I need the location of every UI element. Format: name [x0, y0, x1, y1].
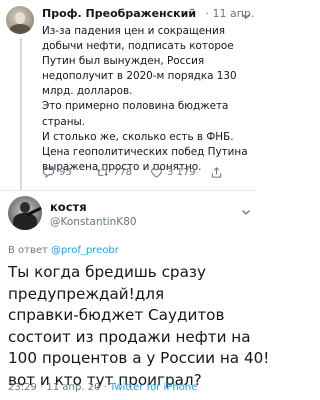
chevron-down-icon[interactable] — [240, 7, 252, 19]
heart-icon — [151, 167, 162, 178]
avatar-face — [15, 12, 25, 24]
avatar-body — [13, 213, 37, 230]
tweet-actions: 95 778 3 179 — [42, 164, 252, 180]
parent-tweet-header: Проф. Преображенский · 11 апр. — [42, 7, 254, 23]
replying-to: В ответ @prof_preobr — [8, 245, 119, 256]
mention-link[interactable]: @prof_preobr — [51, 245, 119, 256]
text-line: состоит из продажи нефти на — [8, 327, 251, 346]
tweet-meta: 23:29 · 11 апр. 20 · Twitter for iPhone — [8, 382, 197, 393]
text-line: предупреждай!для — [8, 284, 165, 303]
reply-button[interactable]: 95 — [42, 164, 72, 180]
text-line: Ты когда бредишь сразу — [8, 263, 206, 281]
replying-prefix: В ответ — [8, 245, 48, 256]
like-count: 3 179 — [167, 166, 196, 178]
text-line: Это примерно половина бюджета — [42, 100, 229, 113]
parent-tweet-text: Из-за падения цен и сокращения добычи не… — [42, 24, 252, 175]
author-name[interactable]: Проф. Преображенский — [42, 7, 196, 20]
reply-count: 95 — [59, 166, 72, 178]
author-name[interactable]: костя — [50, 200, 87, 214]
retweet-icon — [97, 168, 108, 176]
text-line: справки-бюджет Саудитов — [8, 306, 225, 325]
reply-icon — [42, 167, 55, 178]
text-line: И столько же, сколько есть в ФНБ. — [42, 130, 234, 143]
avatar-body — [9, 24, 31, 34]
text-line: Путин был вынужден, Россия — [42, 55, 205, 68]
share-button[interactable] — [210, 164, 227, 180]
chevron-down-icon[interactable] — [240, 203, 252, 215]
text-line: Цена геополитических побед Путина — [42, 145, 248, 158]
tweet-time: 23:29 — [8, 382, 37, 393]
text-line: Из-за падения цен и сокращения — [42, 25, 225, 37]
client-link[interactable]: Twitter for iPhone — [110, 382, 197, 393]
retweet-button[interactable]: 778 — [96, 164, 132, 180]
text-line: страны. — [42, 115, 86, 128]
thread-connector-line — [20, 38, 22, 190]
divider — [0, 190, 256, 191]
text-line: 100 процентов а у России на 40! — [8, 349, 270, 368]
retweet-count: 778 — [113, 166, 133, 178]
author-handle[interactable]: @KonstantinK80 — [50, 216, 137, 228]
tweet-date: 11 апр. 20 — [46, 382, 101, 393]
tweet-text: Ты когда бредишь сразу предупреждай!для … — [8, 262, 270, 392]
avatar[interactable] — [8, 196, 42, 230]
text-line: недополучит в 2020-м порядка 130 — [42, 70, 237, 83]
text-line: млрд. долларов. — [42, 85, 133, 98]
text-line: добычи нефти, подписать которое — [42, 40, 234, 53]
avatar[interactable] — [6, 6, 34, 34]
like-button[interactable]: 3 179 — [150, 164, 196, 180]
share-icon — [211, 166, 222, 178]
